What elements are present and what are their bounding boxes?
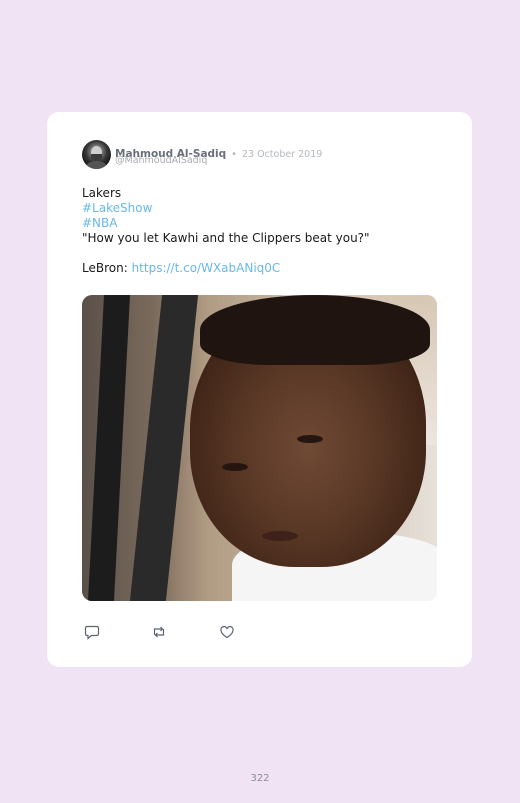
lebron-prefix: LeBron:	[82, 261, 132, 275]
tweet-text: Lakers #LakeShow #NBA "How you let Kawhi…	[82, 186, 442, 276]
like-icon[interactable]	[219, 624, 235, 640]
retweet-icon[interactable]	[151, 624, 167, 640]
tweet-line-lebron: LeBron: https://t.co/WXabANiq0C	[82, 261, 442, 276]
separator-dot: •	[231, 149, 237, 160]
tweet-link[interactable]: https://t.co/WXabANiq0C	[132, 261, 281, 275]
tweet-date[interactable]: 23 October 2019	[242, 149, 322, 160]
tweet-line: Lakers	[82, 186, 122, 200]
tweet-card: Mahmoud Al-Sadiq • 23 October 2019 @Mahm…	[47, 112, 472, 667]
line-spacer	[82, 246, 442, 261]
tweet-media-image[interactable]	[82, 295, 437, 601]
reply-icon[interactable]	[84, 624, 100, 640]
author-handle[interactable]: @MahmoudAlSadiq	[115, 155, 207, 166]
hashtag-lakeshow[interactable]: #LakeShow	[82, 201, 442, 216]
tweet-quote: "How you let Kawhi and the Clippers beat…	[82, 231, 370, 245]
avatar[interactable]	[82, 140, 111, 169]
page-number: 322	[250, 773, 270, 784]
hashtag-nba[interactable]: #NBA	[82, 216, 442, 231]
